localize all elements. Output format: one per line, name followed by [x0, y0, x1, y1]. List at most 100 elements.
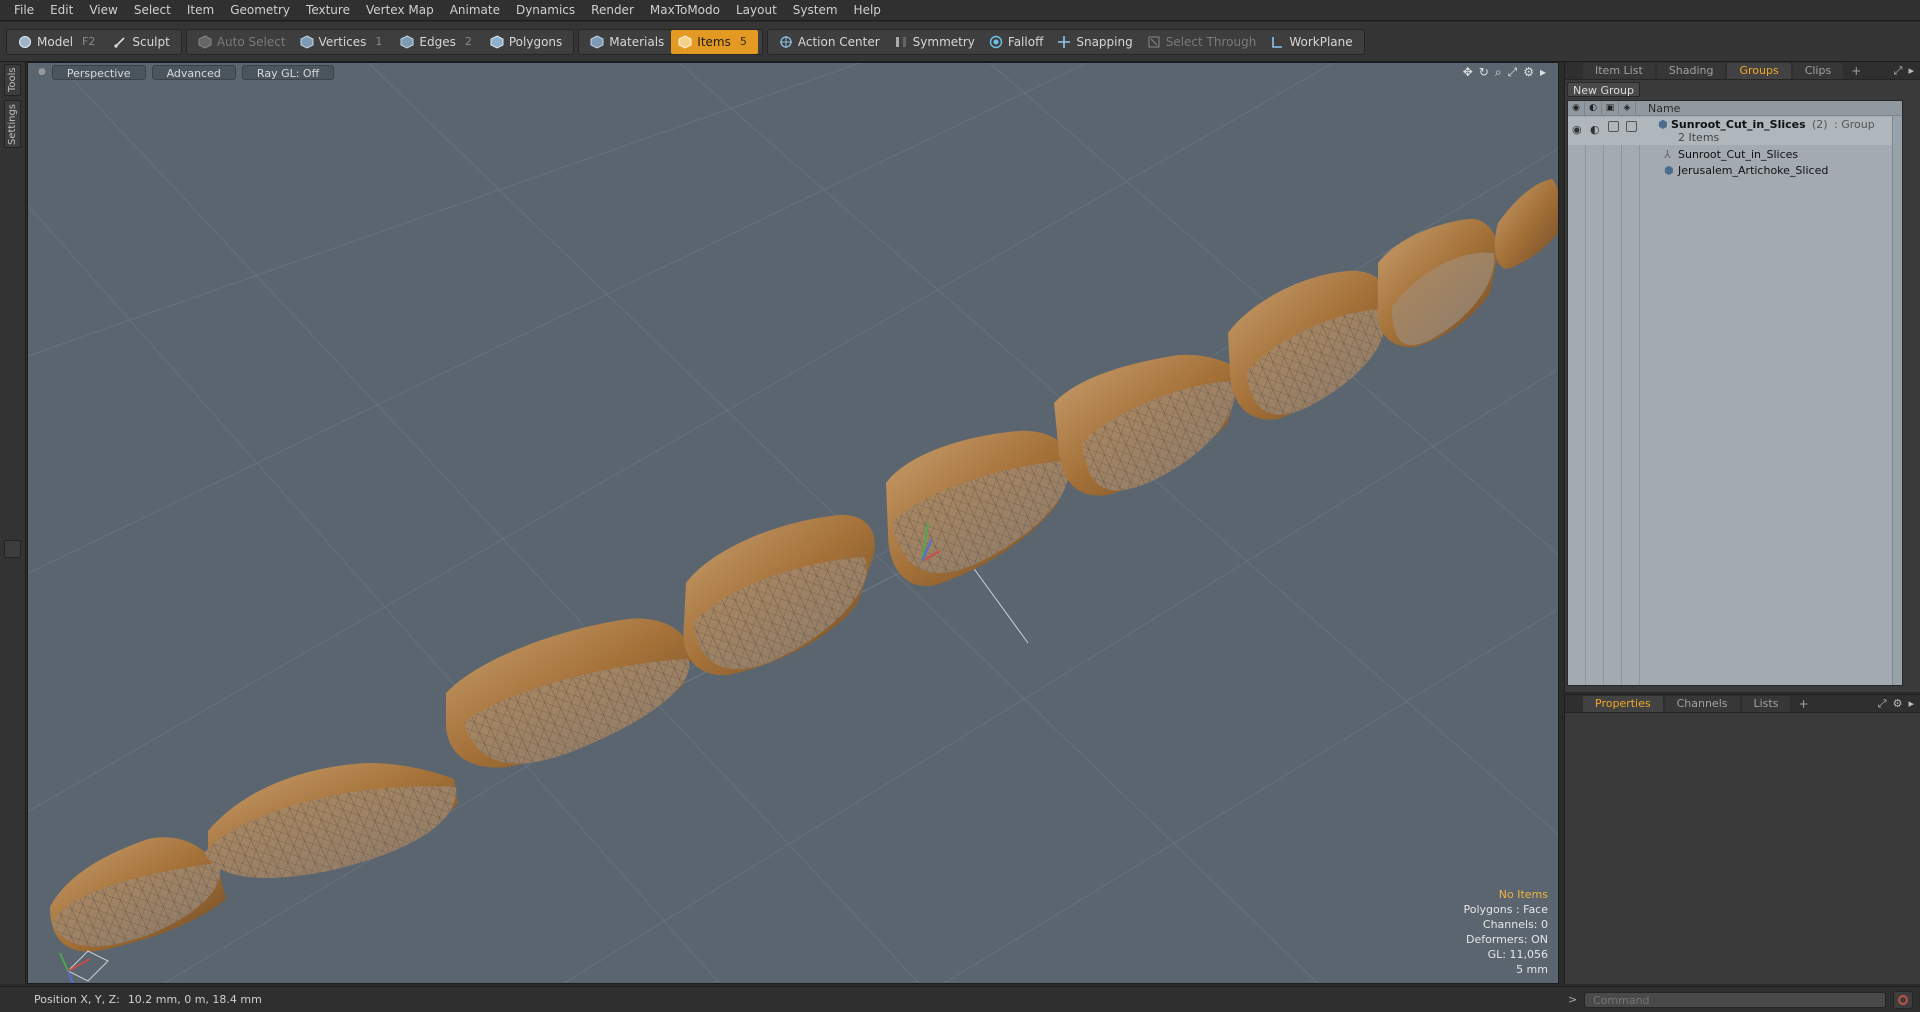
polygons-info: Polygons : Face	[1463, 903, 1548, 916]
tab-properties[interactable]: Properties	[1583, 695, 1663, 712]
menu-bar: File Edit View Select Item Geometry Texture Ver…	[0, 0, 1920, 21]
add-tab-icon[interactable]: +	[1845, 64, 1867, 78]
pan-icon[interactable]: ✥	[1463, 65, 1473, 80]
chevron-right-icon[interactable]: ▸	[1908, 697, 1914, 711]
lock-column-icon[interactable]: ▣	[1602, 100, 1619, 116]
tab-groups[interactable]: Groups	[1727, 62, 1791, 79]
items-button[interactable]: Items 5	[671, 29, 758, 54]
selection-group: Auto Select Vertices 1 Edges 2 Polygons	[185, 28, 575, 55]
menu-item-layout[interactable]: Layout	[728, 0, 785, 21]
falloff-button[interactable]: Falloff	[982, 30, 1050, 54]
materials-icon	[590, 34, 604, 49]
menu-item-select[interactable]: Select	[126, 0, 179, 21]
item-mode-group: Materials Items 5	[578, 28, 763, 55]
chevron-right-icon[interactable]: ▸	[1540, 65, 1546, 80]
tools-tab[interactable]: Tools	[4, 64, 21, 96]
render-column-icon[interactable]: ◐	[1585, 100, 1602, 116]
menu-item-file[interactable]: File	[6, 0, 42, 21]
position-label: Position X, Y, Z:	[34, 993, 120, 1006]
sculpt-button[interactable]: Sculpt	[106, 30, 176, 54]
symmetry-icon	[894, 35, 908, 49]
select-column-icon[interactable]: ◈	[1619, 100, 1636, 116]
chevron-right-icon[interactable]: ▸	[1908, 64, 1914, 78]
deformers-info: Deformers: ON	[1466, 933, 1548, 946]
items-icon	[678, 34, 692, 49]
menu-item-maxtomodo[interactable]: MaxToModo	[642, 0, 728, 21]
menu-item-geometry[interactable]: Geometry	[222, 0, 298, 21]
group-icon: ⬢	[1658, 118, 1668, 131]
viewport-scene	[28, 63, 1558, 983]
maximize-icon[interactable]: ⤢	[1508, 65, 1518, 80]
lock-toggle[interactable]	[1608, 121, 1619, 132]
model-button[interactable]: Model F2	[11, 30, 106, 54]
shading-mode-button[interactable]: Advanced	[151, 64, 236, 80]
symmetry-button[interactable]: Symmetry	[887, 30, 982, 54]
select-through-icon	[1147, 35, 1161, 49]
gear-icon[interactable]: ⚙	[1523, 65, 1534, 80]
group-row[interactable]: ◉ ◐ ⬢ Sunroot_Cut_in_Slices (2) : Group …	[1568, 117, 1902, 145]
render-toggle-icon[interactable]: ◐	[1590, 123, 1600, 136]
new-group-button[interactable]: New Group	[1567, 82, 1640, 97]
workplane-label: WorkPlane	[1289, 34, 1353, 49]
auto-select-button[interactable]: Auto Select	[191, 30, 293, 54]
groups-scrollbar[interactable]	[1892, 116, 1902, 685]
menu-item-view[interactable]: View	[81, 0, 125, 21]
menu-item-dynamics[interactable]: Dynamics	[508, 0, 583, 21]
zoom-icon[interactable]: ⌕	[1495, 65, 1502, 80]
vertices-button[interactable]: Vertices 1	[293, 30, 394, 54]
item-name: Jerusalem_Artichoke_Sliced	[1678, 164, 1829, 177]
add-tab-icon[interactable]: +	[1792, 697, 1814, 711]
maximize-icon[interactable]: ⤢	[1894, 64, 1903, 78]
menu-item-render[interactable]: Render	[583, 0, 642, 21]
menu-item-help[interactable]: Help	[846, 0, 889, 21]
groups-tree: ◉ ◐ ▣ ◈ Name ◉ ◐ ⬢ Sunroot_Cut_in_Slices…	[1567, 100, 1903, 686]
list-item[interactable]: ⬢ Jerusalem_Artichoke_Sliced	[1568, 163, 1902, 179]
menu-item-system[interactable]: System	[785, 0, 846, 21]
select-toggle[interactable]	[1626, 121, 1637, 132]
select-through-button[interactable]: Select Through	[1140, 30, 1264, 54]
menu-item-item[interactable]: Item	[179, 0, 222, 21]
settings-tab[interactable]: Settings	[4, 100, 21, 148]
workplane-button[interactable]: WorkPlane	[1263, 30, 1359, 54]
tab-clips[interactable]: Clips	[1792, 62, 1844, 79]
viewport-menu-icon[interactable]: ●	[38, 67, 46, 77]
tab-lists[interactable]: Lists	[1741, 695, 1791, 712]
locator-icon: ⅄	[1664, 148, 1671, 161]
symmetry-label: Symmetry	[912, 34, 975, 49]
items-label: Items	[697, 34, 731, 49]
falloff-label: Falloff	[1007, 34, 1044, 49]
sphere-icon	[18, 35, 32, 49]
vertices-label: Vertices	[318, 34, 367, 49]
vertices-key: 1	[375, 35, 383, 48]
raygl-button[interactable]: Ray GL: Off	[241, 64, 335, 80]
polygons-button[interactable]: Polygons	[483, 30, 569, 54]
snapping-button[interactable]: Snapping	[1050, 30, 1139, 54]
eye-icon[interactable]: ◉	[1572, 123, 1582, 136]
tab-channels[interactable]: Channels	[1664, 695, 1740, 712]
gear-icon[interactable]: ⚙	[1893, 697, 1903, 711]
command-history-button[interactable]	[1893, 991, 1913, 1009]
auto-select-label: Auto Select	[216, 34, 286, 49]
menu-item-animate[interactable]: Animate	[442, 0, 508, 21]
action-center-button[interactable]: Action Center	[772, 30, 887, 54]
menu-item-edit[interactable]: Edit	[42, 0, 81, 21]
slice-4	[683, 514, 875, 676]
rotate-icon[interactable]: ↻	[1479, 65, 1489, 80]
list-item[interactable]: ⅄ Sunroot_Cut_in_Slices	[1568, 147, 1902, 163]
palette-tab[interactable]	[4, 540, 21, 558]
menu-item-vertex-map[interactable]: Vertex Map	[358, 0, 442, 21]
3d-viewport[interactable]: ● Perspective Advanced Ray GL: Off ✥ ↻ ⌕…	[27, 62, 1559, 984]
item-name: Sunroot_Cut_in_Slices	[1678, 148, 1799, 161]
visibility-column-icon[interactable]: ◉	[1568, 100, 1585, 116]
left-tool-strip: Tools Settings	[0, 62, 26, 984]
name-column-header[interactable]: Name	[1636, 102, 1680, 115]
edges-button[interactable]: Edges 2	[393, 30, 482, 54]
snapping-label: Snapping	[1076, 34, 1133, 49]
materials-button[interactable]: Materials	[583, 30, 671, 54]
view-mode-button[interactable]: Perspective	[51, 64, 146, 80]
tab-shading[interactable]: Shading	[1656, 62, 1726, 79]
command-input[interactable]	[1584, 992, 1886, 1008]
maximize-icon[interactable]: ⤢	[1878, 697, 1887, 711]
menu-item-texture[interactable]: Texture	[298, 0, 358, 21]
tab-item-list[interactable]: Item List	[1583, 62, 1655, 79]
